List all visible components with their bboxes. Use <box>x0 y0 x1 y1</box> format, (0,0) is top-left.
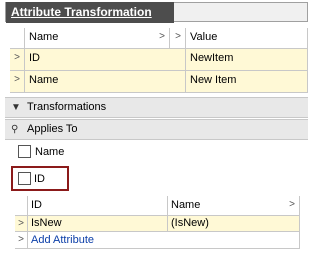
property-value-cell[interactable]: NewItem <box>186 49 308 71</box>
id-checkbox[interactable] <box>18 172 31 185</box>
section-applies-to[interactable]: ⚲ Applies To <box>5 119 308 140</box>
chevron-right-icon: > <box>14 52 20 63</box>
column-header-value[interactable]: Value <box>186 28 308 49</box>
column-splitter[interactable]: > <box>170 28 186 49</box>
row-pointer[interactable]: > <box>15 232 28 249</box>
chevron-right-icon: > <box>18 234 24 245</box>
panel-title: Attribute Transformation <box>6 2 174 23</box>
chevron-right-icon: > <box>18 218 24 229</box>
name-checkbox[interactable] <box>18 145 31 158</box>
grid-corner <box>10 28 25 49</box>
column-header-name[interactable]: Name > <box>25 28 170 49</box>
column-header-name[interactable]: Name > <box>168 196 300 216</box>
id-checkbox-label: ID <box>34 173 45 185</box>
pin-icon: ⚲ <box>11 124 19 135</box>
attribute-id-cell[interactable]: IsNew <box>28 216 168 232</box>
property-name-cell[interactable]: ID <box>25 49 186 71</box>
row-pointer[interactable]: > <box>15 216 28 232</box>
add-attribute-row[interactable]: Add Attribute <box>28 232 300 249</box>
row-pointer[interactable]: > <box>10 49 25 71</box>
chevron-right-icon: > <box>14 74 20 85</box>
section-transformations[interactable]: ▼ Transformations <box>5 97 308 118</box>
attribute-name-cell[interactable]: (IsNew) <box>168 216 300 232</box>
grid-corner <box>15 196 28 216</box>
row-pointer[interactable]: > <box>10 71 25 93</box>
name-checkbox-label: Name <box>35 146 65 158</box>
chevron-right-icon: > <box>159 31 165 42</box>
chevron-right-icon: > <box>289 199 295 210</box>
panel-header: Attribute Transformation <box>5 2 308 23</box>
property-name-cell[interactable]: Name <box>25 71 186 93</box>
add-attribute-link[interactable]: Add Attribute <box>31 234 94 246</box>
collapse-arrow-icon[interactable]: ▼ <box>11 98 21 117</box>
chevron-right-icon: > <box>175 31 181 42</box>
column-header-id[interactable]: ID <box>28 196 168 216</box>
property-value-cell[interactable]: New Item <box>186 71 308 93</box>
